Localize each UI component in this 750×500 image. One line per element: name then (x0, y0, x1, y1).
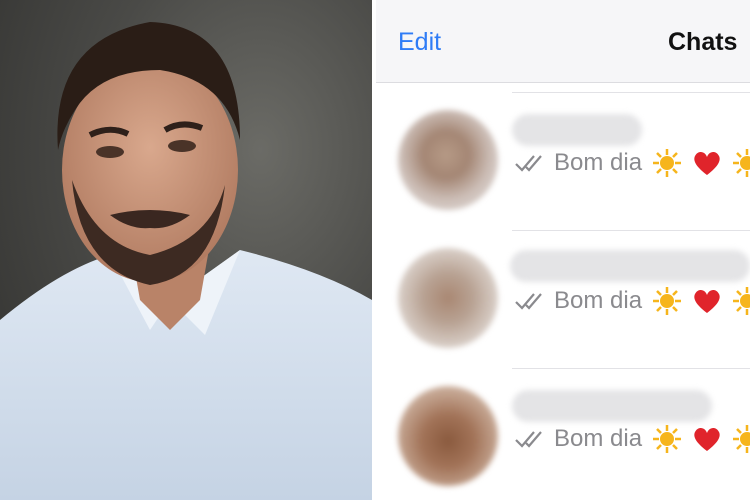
double-check-icon (515, 431, 542, 448)
sun-icon (653, 149, 682, 177)
chat-row[interactable]: Bom dia (376, 92, 750, 228)
navigation-bar: Edit Chats (376, 0, 750, 83)
row-divider (512, 230, 750, 231)
avatar[interactable] (398, 110, 498, 210)
avatar[interactable] (398, 248, 498, 348)
row-divider (512, 92, 750, 93)
contact-name-blurred (510, 250, 750, 282)
message-preview: Bom dia (514, 286, 750, 316)
heart-icon (694, 151, 720, 175)
preview-text: Bom dia (554, 425, 643, 452)
chat-list-screen: Edit Chats Bom dia Bom dia Bom dia (376, 0, 750, 500)
heart-icon (694, 289, 720, 313)
chat-row[interactable]: Bom dia (376, 368, 750, 500)
message-preview: Bom dia (514, 424, 750, 454)
sun-icon (733, 287, 750, 315)
page-title: Chats (668, 28, 738, 56)
double-check-icon (515, 293, 542, 310)
double-check-icon (515, 155, 542, 172)
heart-icon (694, 427, 720, 451)
edit-button[interactable]: Edit (398, 28, 441, 57)
portrait-photo (0, 0, 372, 500)
sun-icon (653, 425, 682, 453)
contact-name-blurred (512, 114, 642, 146)
chat-row[interactable]: Bom dia (376, 230, 750, 366)
message-preview: Bom dia (514, 148, 750, 178)
sun-icon (733, 425, 750, 453)
preview-text: Bom dia (554, 149, 643, 176)
contact-name-blurred (512, 390, 712, 422)
sun-icon (653, 287, 682, 315)
preview-text: Bom dia (554, 287, 643, 314)
sun-icon (733, 149, 750, 177)
row-divider (512, 368, 750, 369)
avatar[interactable] (398, 386, 498, 486)
